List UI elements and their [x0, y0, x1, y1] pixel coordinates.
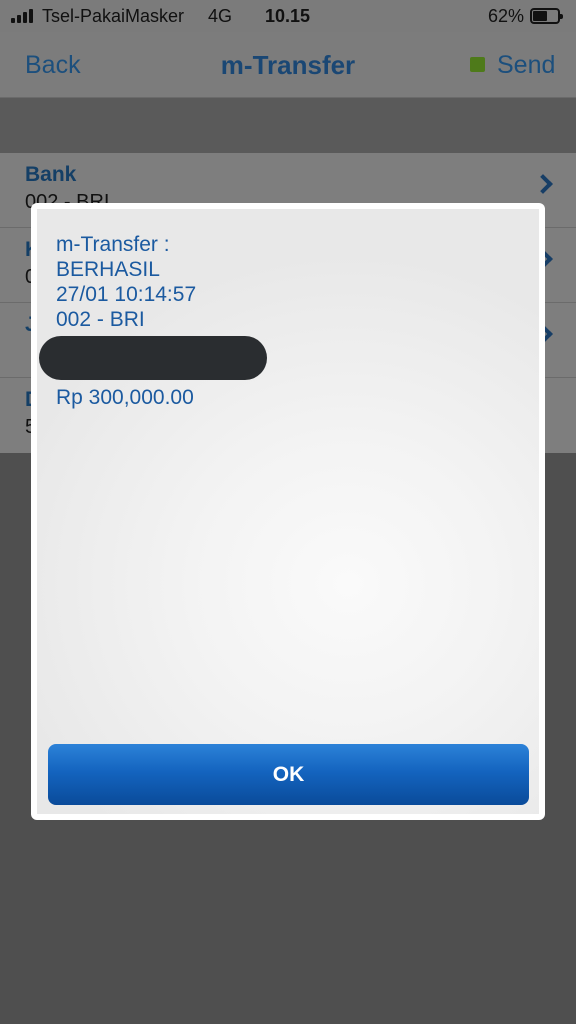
header-spacer	[0, 98, 576, 153]
battery-percent: 62%	[488, 6, 525, 26]
dialog-line-title: m-Transfer :	[56, 233, 170, 256]
screen: Tsel-PakaiMasker 4G 10.15 62% Back m-Tra…	[0, 0, 576, 1024]
dialog-line-status: BERHASIL	[56, 258, 160, 281]
signal-icon	[11, 9, 33, 23]
form-row-label: Bank	[25, 163, 77, 186]
dialog-line-bank: 002 - BRI	[56, 308, 145, 331]
nav-bar: Back m-Transfer Send	[0, 32, 576, 98]
send-indicator-icon	[470, 57, 485, 72]
send-button[interactable]: Send	[497, 51, 555, 80]
dialog-amount: Rp 300,000.00	[56, 386, 194, 409]
carrier-name: Tsel-PakaiMasker	[42, 6, 185, 26]
page-title: m-Transfer	[220, 50, 356, 80]
dialog-body: m-Transfer : BERHASIL 27/01 10:14:57 002…	[37, 209, 539, 814]
network-type: 4G	[208, 6, 233, 26]
battery-icon	[530, 8, 563, 24]
redacted-account-number	[39, 336, 267, 380]
status-bar: Tsel-PakaiMasker 4G 10.15 62%	[0, 0, 576, 32]
ok-button[interactable]: OK	[48, 744, 529, 805]
result-dialog: m-Transfer : BERHASIL 27/01 10:14:57 002…	[31, 203, 545, 820]
chevron-right-icon	[533, 174, 553, 194]
dialog-line-datetime: 27/01 10:14:57	[56, 283, 197, 306]
clock: 10.15	[265, 6, 311, 26]
